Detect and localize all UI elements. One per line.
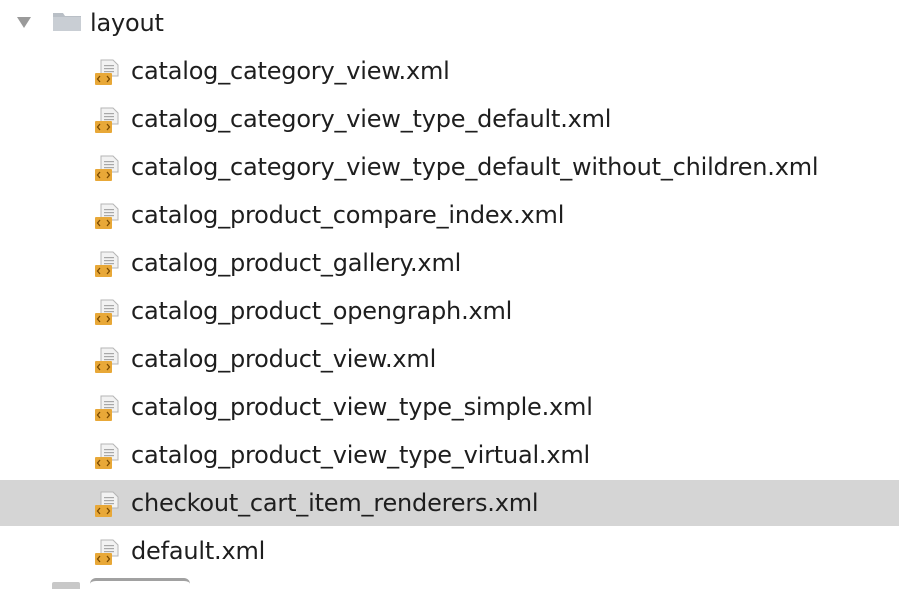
xml-file-icon	[95, 491, 119, 517]
file-label: checkout_cart_item_renderers.xml	[131, 489, 539, 517]
tree-file-row[interactable]: catalog_product_compare_index.xml	[0, 192, 899, 238]
xml-file-icon	[95, 59, 119, 85]
tree-file-row[interactable]: catalog_product_view_type_simple.xml	[0, 384, 899, 430]
file-label: catalog_category_view_type_default.xml	[131, 105, 612, 133]
tree-file-row[interactable]: catalog_product_gallery.xml	[0, 240, 899, 286]
tree-file-row[interactable]: catalog_category_view_type_default.xml	[0, 96, 899, 142]
xml-file-icon	[95, 155, 119, 181]
folder-icon	[52, 582, 80, 589]
tree-folder-row-layout[interactable]: layout	[0, 0, 899, 46]
folder-icon	[53, 13, 81, 31]
tree-file-row[interactable]: catalog_category_view.xml	[0, 48, 899, 94]
file-label: catalog_product_view.xml	[131, 345, 437, 373]
xml-file-icon	[95, 299, 119, 325]
folder-label: layout	[90, 9, 164, 37]
xml-file-icon	[95, 107, 119, 133]
file-label: catalog_product_opengraph.xml	[131, 297, 513, 325]
expand-arrow-icon[interactable]	[17, 17, 31, 28]
folder-label-partial	[90, 578, 190, 589]
next-folder-row-partial	[0, 576, 899, 589]
file-label: catalog_product_view_type_virtual.xml	[131, 441, 591, 469]
xml-file-icon	[95, 539, 119, 565]
xml-file-icon	[95, 251, 119, 277]
xml-file-icon	[95, 203, 119, 229]
xml-file-icon	[95, 443, 119, 469]
xml-file-icon	[95, 395, 119, 421]
tree-file-row[interactable]: catalog_product_view.xml	[0, 336, 899, 382]
tree-file-row[interactable]: default.xml	[0, 528, 899, 574]
file-label: catalog_category_view.xml	[131, 57, 450, 85]
tree-file-row[interactable]: catalog_product_view_type_virtual.xml	[0, 432, 899, 478]
file-label: default.xml	[131, 537, 266, 565]
file-label: catalog_product_compare_index.xml	[131, 201, 565, 229]
tree-file-row[interactable]: checkout_cart_item_renderers.xml	[0, 480, 899, 526]
file-label: catalog_product_gallery.xml	[131, 249, 462, 277]
tree-file-row[interactable]: catalog_category_view_type_default_witho…	[0, 144, 899, 190]
file-label: catalog_product_view_type_simple.xml	[131, 393, 593, 421]
tree-file-row[interactable]: catalog_product_opengraph.xml	[0, 288, 899, 334]
project-tree: layout catalog_category_view.xml catalog_…	[0, 0, 899, 589]
xml-file-icon	[95, 347, 119, 373]
file-label: catalog_category_view_type_default_witho…	[131, 153, 819, 181]
